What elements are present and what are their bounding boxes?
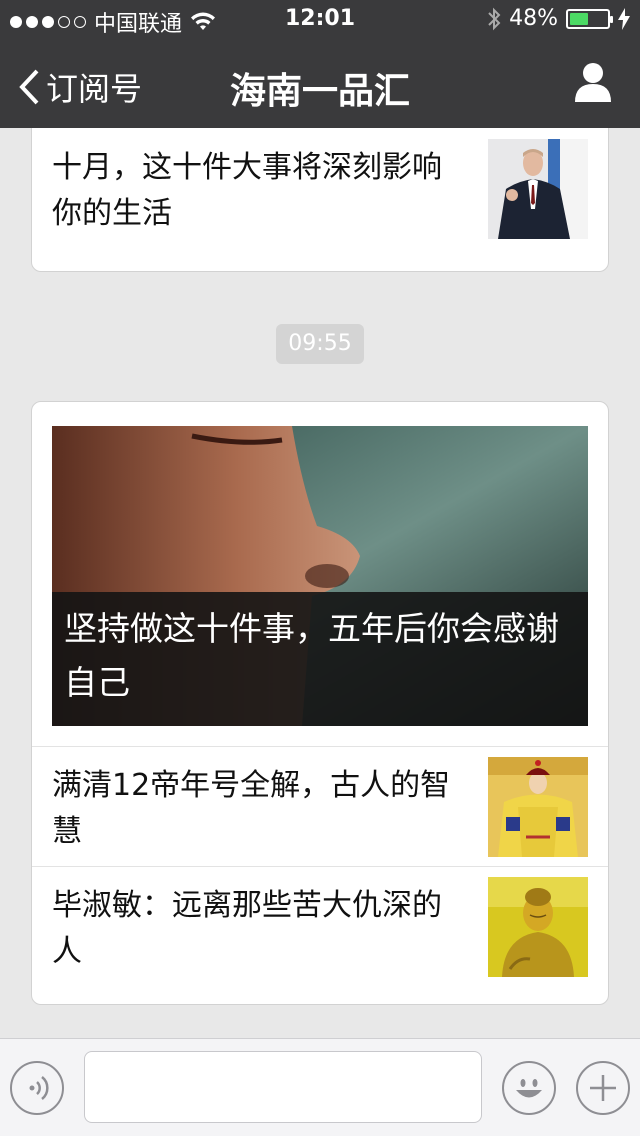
battery-percent: 48% — [509, 6, 558, 31]
hero-title: 坚持做这十件事，五年后你会感谢自己 — [64, 609, 559, 702]
status-right: 48% — [487, 6, 630, 31]
person-icon — [575, 63, 611, 102]
emoji-icon — [516, 1079, 542, 1098]
timestamp-badge: 09:55 — [276, 324, 364, 364]
message-input[interactable] — [84, 1051, 482, 1123]
article-title: 十月，这十件大事将深刻影响你的生活 — [52, 150, 442, 231]
status-bar: 中国联通 12:01 48% — [0, 0, 640, 40]
golden-buddha-thumbnail — [488, 877, 588, 977]
article-title: 满清12帝年号全解，古人的智慧 — [52, 768, 451, 849]
plus-icon — [590, 1075, 616, 1101]
emoji-button[interactable] — [502, 1061, 556, 1115]
voice-icon — [29, 1076, 49, 1100]
article-item[interactable]: 满清12帝年号全解，古人的智慧 — [32, 746, 608, 866]
article-item[interactable]: 毕淑敏：远离那些苦大仇深的人 — [32, 866, 608, 986]
article-title: 毕淑敏：远离那些苦大仇深的人 — [52, 888, 442, 969]
charging-icon — [618, 7, 630, 30]
hero-caption: 坚持做这十件事，五年后你会感谢自己 — [52, 592, 588, 726]
profile-button[interactable] — [574, 62, 612, 106]
article-item[interactable]: 十月，这十件大事将深刻影响你的生活 — [32, 129, 608, 271]
input-toolbar — [0, 1038, 640, 1136]
battery-icon — [566, 8, 613, 29]
bluetooth-icon — [488, 7, 501, 30]
voice-button[interactable] — [10, 1061, 64, 1115]
person-photo-thumbnail — [488, 139, 588, 239]
article-card: 十月，这十件大事将深刻影响你的生活 — [31, 128, 609, 272]
page-title: 海南一品汇 — [229, 71, 410, 112]
navigation-bar: 订阅号 海南一品汇 — [0, 40, 640, 128]
chat-area[interactable]: 十月，这十件大事将深刻影响你的生活 09:55 坚持做这十件事，五年后你会感谢自… — [0, 128, 640, 1038]
article-card: 坚持做这十件事，五年后你会感谢自己 满清12帝年号全解，古人的智慧 毕淑敏：远离… — [31, 401, 609, 1005]
hero-article[interactable]: 坚持做这十件事，五年后你会感谢自己 — [52, 426, 588, 726]
emperor-portrait-thumbnail — [488, 757, 588, 857]
more-button[interactable] — [576, 1061, 630, 1115]
